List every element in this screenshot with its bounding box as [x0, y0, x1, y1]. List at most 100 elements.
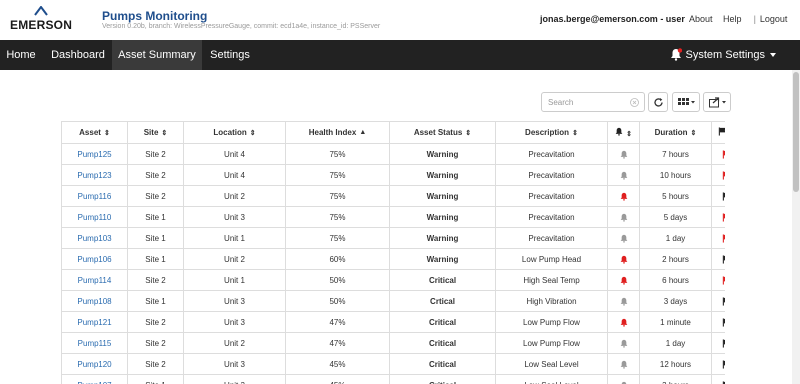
flag-cell[interactable] — [711, 269, 725, 291]
health-index-cell: 45% — [285, 374, 390, 384]
col-duration-label: Duration — [654, 128, 688, 137]
description-cell: Low Seal Level — [495, 374, 608, 384]
asset-status-cell: Critical — [389, 374, 496, 384]
nav-settings[interactable]: Settings — [204, 40, 256, 70]
asset-status-cell: Warning — [389, 185, 496, 207]
flag-cell[interactable] — [711, 311, 725, 333]
table-row[interactable]: Pump114 Site 2 Unit 1 50% Critical High Seal … — [61, 269, 725, 291]
asset-link[interactable]: Pump120 — [61, 353, 128, 375]
health-index-cell: 75% — [285, 143, 390, 165]
asset-link[interactable]: Pump115 — [61, 332, 128, 354]
col-site[interactable]: Site ⇕ — [127, 121, 184, 144]
description-cell: Precavitation — [495, 185, 608, 207]
table-row[interactable]: Pump103 Site 1 Unit 1 75% Warning Precavitati… — [61, 227, 725, 249]
flag-cell[interactable] — [711, 332, 725, 354]
duration-cell: 1 day — [639, 332, 712, 354]
nav-asset-summary[interactable]: Asset Summary — [112, 40, 202, 70]
bell-icon — [620, 234, 627, 243]
link-separator: | — [753, 14, 756, 24]
flag-icon — [722, 360, 725, 369]
col-location[interactable]: Location ⇕ — [183, 121, 286, 144]
col-flag[interactable]: ⇕ — [711, 121, 725, 144]
col-duration[interactable]: Duration ⇕ — [639, 121, 712, 144]
alert-cell[interactable] — [607, 206, 640, 228]
alert-cell[interactable] — [607, 164, 640, 186]
col-alert[interactable]: ⇕ — [607, 121, 640, 144]
columns-button[interactable] — [672, 92, 700, 112]
search-box[interactable] — [541, 92, 645, 112]
flag-cell[interactable] — [711, 248, 725, 270]
alert-cell[interactable] — [607, 143, 640, 165]
col-health-index[interactable]: Health Index ▲ — [285, 121, 390, 144]
flag-cell[interactable] — [711, 227, 725, 249]
location-cell: Unit 3 — [183, 353, 286, 375]
alert-cell[interactable] — [607, 332, 640, 354]
asset-link[interactable]: Pump106 — [61, 248, 128, 270]
duration-cell: 12 hours — [639, 353, 712, 375]
refresh-button[interactable] — [648, 92, 668, 112]
top-links: About Help | Logout — [689, 14, 787, 24]
col-description-label: Description — [525, 128, 570, 137]
asset-link[interactable]: Pump107 — [61, 374, 128, 384]
table-row[interactable]: Pump116 Site 2 Unit 2 75% Warning Precavitati… — [61, 185, 725, 207]
alert-cell[interactable] — [607, 374, 640, 384]
alert-cell[interactable] — [607, 290, 640, 312]
col-asset[interactable]: Asset ⇕ — [61, 121, 128, 144]
flag-icon — [722, 234, 725, 243]
asset-link[interactable]: Pump121 — [61, 311, 128, 333]
search-input[interactable] — [548, 96, 628, 109]
bell-icon — [615, 127, 623, 136]
asset-link[interactable]: Pump114 — [61, 269, 128, 291]
about-link[interactable]: About — [689, 14, 713, 24]
notification-bell-icon[interactable] — [670, 48, 682, 61]
description-cell: Low Pump Flow — [495, 311, 608, 333]
clear-icon[interactable] — [630, 98, 639, 107]
asset-link[interactable]: Pump110 — [61, 206, 128, 228]
alert-cell[interactable] — [607, 227, 640, 249]
flag-cell[interactable] — [711, 290, 725, 312]
flag-cell[interactable] — [711, 353, 725, 375]
alert-cell[interactable] — [607, 248, 640, 270]
system-settings-menu[interactable]: System Settings — [686, 40, 776, 70]
nav-home[interactable]: Home — [0, 40, 42, 70]
col-asset-status[interactable]: Asset Status ⇕ — [389, 121, 496, 144]
site-cell: Site 2 — [127, 164, 184, 186]
health-index-cell: 50% — [285, 290, 390, 312]
asset-link[interactable]: Pump125 — [61, 143, 128, 165]
flag-cell[interactable] — [711, 206, 725, 228]
location-cell: Unit 2 — [183, 185, 286, 207]
flag-cell[interactable] — [711, 143, 725, 165]
table-row[interactable]: Pump121 Site 2 Unit 3 47% Critical Low Pump F… — [61, 311, 725, 333]
alert-cell[interactable] — [607, 185, 640, 207]
flag-cell[interactable] — [711, 185, 725, 207]
flag-cell[interactable] — [711, 164, 725, 186]
table-row[interactable]: Pump108 Site 1 Unit 3 50% Crtical High Vibrat… — [61, 290, 725, 312]
export-button[interactable] — [703, 92, 731, 112]
table-row[interactable]: Pump115 Site 2 Unit 2 47% Critical Low Pump F… — [61, 332, 725, 354]
flag-cell[interactable] — [711, 374, 725, 384]
help-link[interactable]: Help — [723, 14, 742, 24]
page-scrollbar-thumb[interactable] — [793, 72, 799, 192]
chevron-down-icon — [770, 53, 776, 58]
table-row[interactable]: Pump123 Site 2 Unit 4 75% Warning Precavitati… — [61, 164, 725, 186]
alert-cell[interactable] — [607, 311, 640, 333]
asset-link[interactable]: Pump116 — [61, 185, 128, 207]
duration-cell: 6 hours — [639, 269, 712, 291]
asset-link[interactable]: Pump108 — [61, 290, 128, 312]
emerson-logo[interactable]: EMERSON — [10, 6, 74, 36]
logout-link[interactable]: Logout — [760, 14, 788, 24]
table-row[interactable]: Pump106 Site 1 Unit 2 60% Warning Low Pump He… — [61, 248, 725, 270]
table-row[interactable]: Pump107Site 1Unit 345%CriticalLow Seal L… — [61, 374, 725, 384]
asset-link[interactable]: Pump123 — [61, 164, 128, 186]
description-cell: High Seal Temp — [495, 269, 608, 291]
alert-cell[interactable] — [607, 353, 640, 375]
table-row[interactable]: Pump110 Site 1 Unit 3 75% Warning Precavitati… — [61, 206, 725, 228]
sort-icon: ⇕ — [572, 129, 578, 137]
alert-cell[interactable] — [607, 269, 640, 291]
table-row[interactable]: Pump125 Site 2 Unit 4 75% Warning Precavitati… — [61, 143, 725, 165]
nav-dashboard[interactable]: Dashboard — [46, 40, 110, 70]
col-location-label: Location — [213, 128, 247, 137]
asset-link[interactable]: Pump103 — [61, 227, 128, 249]
table-row[interactable]: Pump120 Site 2 Unit 3 45% Critical Low Seal L… — [61, 353, 725, 375]
col-description[interactable]: Description ⇕ — [495, 121, 608, 144]
